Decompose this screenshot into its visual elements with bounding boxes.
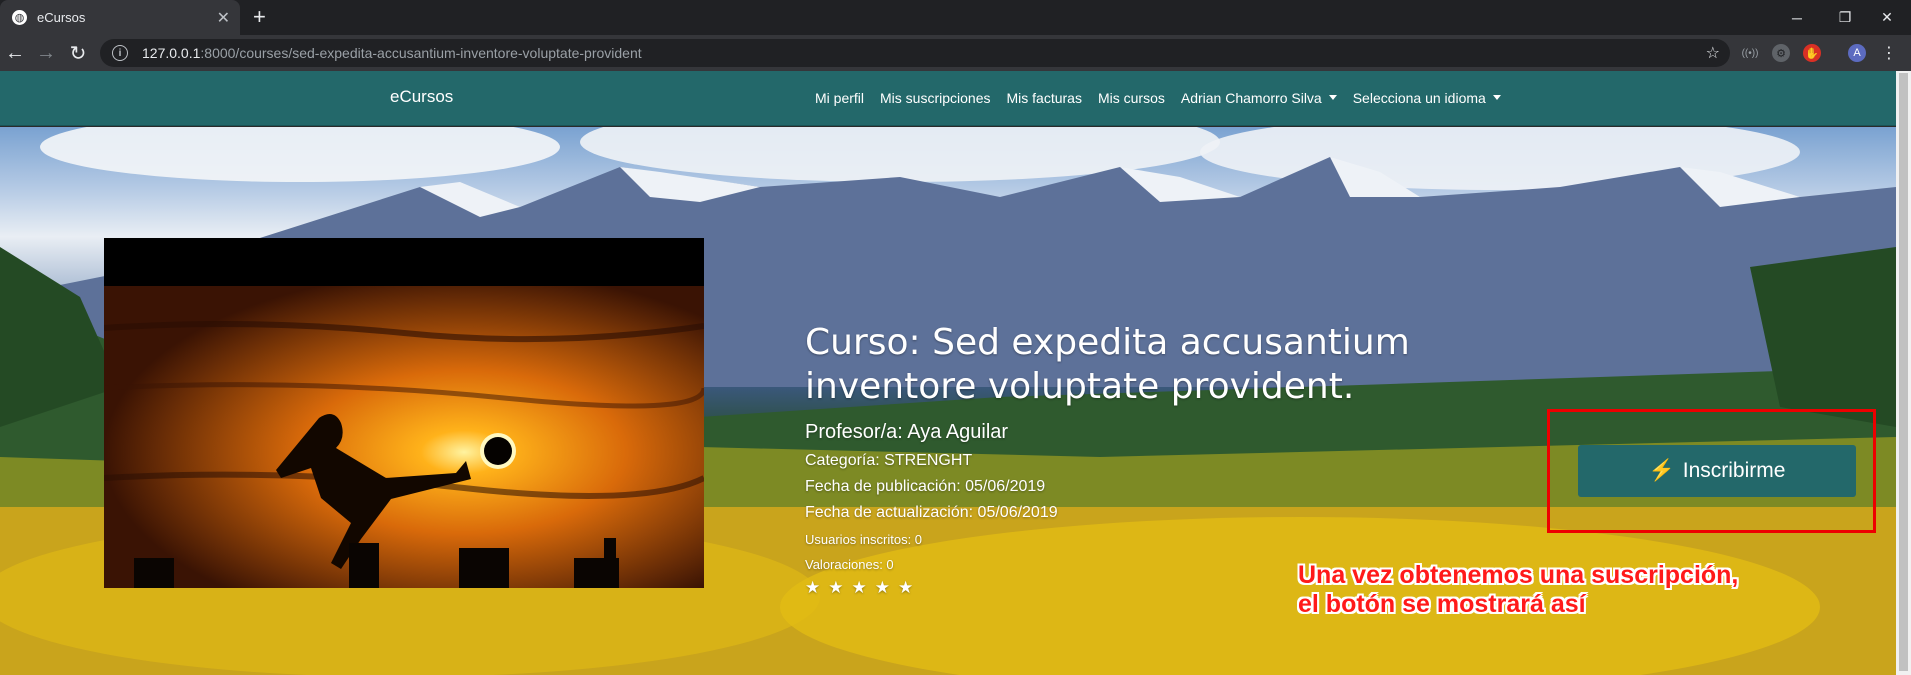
url-text: 127.0.0.1:8000/courses/sed-expedita-accu… bbox=[142, 45, 642, 61]
minimize-icon[interactable]: ─ bbox=[1773, 0, 1821, 35]
extension-hand-icon[interactable]: ✋ bbox=[1803, 44, 1821, 62]
nav-user-dropdown[interactable]: Adrian Chamorro Silva bbox=[1181, 90, 1337, 106]
forward-icon[interactable]: → bbox=[33, 40, 59, 66]
bookmark-star-icon[interactable]: ☆ bbox=[1706, 43, 1720, 63]
nav-mis-cursos[interactable]: Mis cursos bbox=[1098, 90, 1165, 106]
menu-icon[interactable]: ⋮ bbox=[1880, 44, 1898, 62]
nav-language-dropdown[interactable]: Selecciona un idioma bbox=[1353, 90, 1501, 106]
star-icon: ★ bbox=[805, 578, 821, 597]
nav-mi-perfil[interactable]: Mi perfil bbox=[815, 90, 864, 106]
browser-tab-strip: ◍ eCursos ✕ + ─ ❐ ✕ bbox=[0, 0, 1911, 35]
page-scrollbar[interactable] bbox=[1896, 71, 1911, 675]
course-updated-date: Fecha de actualización: 05/06/2019 bbox=[805, 504, 1058, 521]
new-tab-icon[interactable]: + bbox=[253, 4, 266, 30]
course-video-thumbnail[interactable] bbox=[104, 238, 704, 588]
globe-icon: ◍ bbox=[12, 10, 27, 25]
extension-broadcast-icon[interactable]: ((•)) bbox=[1741, 44, 1759, 62]
extension-gear-icon[interactable]: ⚙ bbox=[1772, 44, 1790, 62]
browser-toolbar: ← → ↻ i 127.0.0.1:8000/courses/sed-exped… bbox=[0, 35, 1911, 71]
course-category: Categoría: STRENGHT bbox=[805, 452, 973, 469]
course-info: Curso: Sed expedita accusantium inventor… bbox=[805, 321, 1525, 598]
star-icon: ★ bbox=[828, 578, 844, 597]
close-window-icon[interactable]: ✕ bbox=[1863, 0, 1911, 35]
star-icon: ★ bbox=[898, 578, 914, 597]
annotation-line-2: el botón se mostrará así bbox=[1298, 590, 1586, 618]
bolt-icon: ⚡ bbox=[1648, 459, 1675, 482]
star-icon: ★ bbox=[874, 578, 890, 597]
profile-avatar[interactable]: A bbox=[1848, 44, 1866, 62]
page-viewport: eCursos Mi perfil Mis suscripciones Mis … bbox=[0, 71, 1896, 675]
nav-mis-suscripciones[interactable]: Mis suscripciones bbox=[880, 90, 990, 106]
nav-links: Mi perfil Mis suscripciones Mis facturas… bbox=[815, 90, 1501, 106]
course-published-date: Fecha de publicación: 05/06/2019 bbox=[805, 478, 1046, 495]
back-icon[interactable]: ← bbox=[2, 40, 28, 66]
scrollbar-thumb[interactable] bbox=[1899, 73, 1908, 671]
star-icon: ★ bbox=[851, 578, 867, 597]
site-navbar: eCursos Mi perfil Mis suscripciones Mis … bbox=[0, 71, 1896, 126]
address-bar[interactable]: i 127.0.0.1:8000/courses/sed-expedita-ac… bbox=[100, 39, 1730, 67]
info-icon[interactable]: i bbox=[112, 45, 128, 61]
annotation-line-1: Una vez obtenemos una suscripción, bbox=[1298, 561, 1739, 589]
course-title: Curso: Sed expedita accusantium inventor… bbox=[805, 322, 1410, 407]
reload-icon[interactable]: ↻ bbox=[65, 40, 91, 66]
brand-link[interactable]: eCursos bbox=[390, 87, 453, 107]
tab-title: eCursos bbox=[37, 10, 86, 25]
sunset-image bbox=[104, 238, 704, 588]
restore-icon[interactable]: ❐ bbox=[1821, 0, 1869, 35]
browser-tab[interactable]: ◍ eCursos ✕ bbox=[0, 0, 240, 35]
course-teacher: Profesor/a: Aya Aguilar bbox=[805, 421, 1009, 443]
annotation-note: Una vez obtenemos una suscripción, el bo… bbox=[1298, 561, 1738, 619]
subscribe-button[interactable]: ⚡ Inscribirme bbox=[1578, 445, 1856, 497]
subscribe-label: Inscribirme bbox=[1682, 459, 1786, 482]
course-enrolled-count: Usuarios inscritos: 0 bbox=[805, 532, 923, 547]
close-tab-icon[interactable]: ✕ bbox=[217, 8, 230, 28]
nav-mis-facturas[interactable]: Mis facturas bbox=[1007, 90, 1082, 106]
